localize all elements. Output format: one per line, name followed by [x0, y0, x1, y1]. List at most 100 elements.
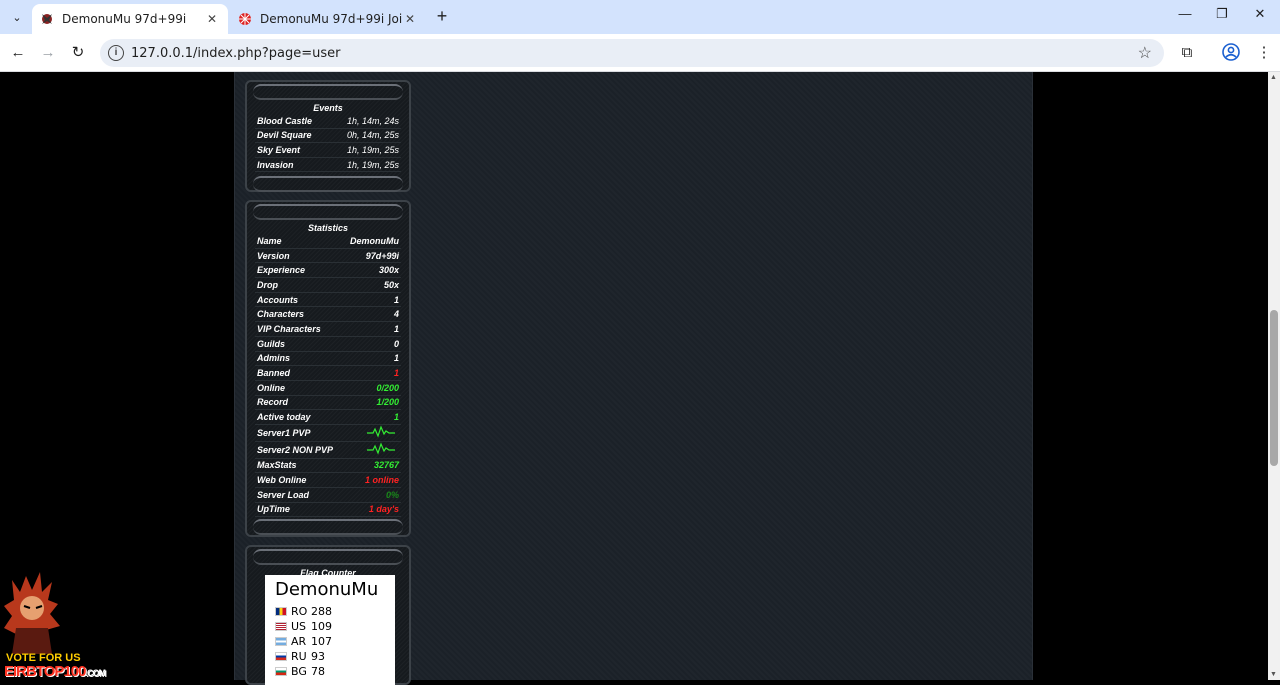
close-icon: ✕: [1254, 6, 1266, 21]
country-code: US: [291, 620, 307, 633]
stat-value: 1: [393, 368, 399, 379]
stat-label: Admins: [257, 353, 291, 364]
stat-row: Version 97d+99i: [255, 249, 401, 264]
server-status: [367, 441, 395, 458]
flag-us-icon: [275, 622, 287, 631]
stat-value: 50x: [383, 279, 399, 290]
flag-ro-icon: [275, 607, 287, 616]
stat-value: 4: [393, 309, 399, 320]
flag-list: RO 288 US 109 AR 107 RU 93 BG 78: [275, 604, 385, 679]
reload-icon: ↻: [71, 44, 85, 61]
flag-counter-widget[interactable]: DemonuMu RO 288 US 109 AR 107 RU 93 BG 78: [265, 575, 395, 685]
kebab-menu-icon: ⋮: [1256, 44, 1272, 61]
scrollbar-thumb[interactable]: [1270, 310, 1278, 466]
forward-button[interactable]: →: [37, 42, 59, 64]
profile-button[interactable]: [1221, 43, 1241, 63]
stat-row: Admins 1: [255, 352, 401, 367]
chevron-down-icon: ⌄: [12, 11, 22, 24]
country-code: RO: [291, 605, 308, 618]
visitor-count: 109: [311, 620, 332, 633]
demon-favicon-icon: [42, 14, 52, 24]
stat-row: Server Load 0%: [255, 488, 401, 503]
flag-row: RO 288: [275, 604, 385, 619]
reload-button[interactable]: ↻: [67, 42, 89, 64]
stat-value: 0/200: [376, 382, 399, 393]
scroll-up-icon[interactable]: ▲: [1270, 74, 1277, 81]
stat-row: Active today 1: [255, 410, 401, 425]
vote-domain-label: .COM: [85, 668, 105, 678]
stat-label: Record: [257, 397, 289, 408]
tab-active[interactable]: DemonuMu 97d+99i ✕: [32, 4, 228, 34]
visitor-count: 93: [311, 650, 325, 663]
statistics-panel: Statistics Name DemonuMu Version 97d+99i Exp…: [245, 200, 411, 537]
vote-badge[interactable]: VOTE FOR US EIRBTOP100.COM: [0, 570, 122, 680]
extensions-button[interactable]: ⧉: [1177, 43, 1197, 63]
ornament-bottom: [253, 176, 403, 193]
stat-label: Guilds: [257, 338, 286, 349]
event-timer: 1h, 14m, 24s: [346, 115, 399, 126]
stat-row: Banned 1: [255, 366, 401, 381]
stat-value: 1 online: [364, 475, 399, 486]
events-panel: Events Blood Castle 1h, 14m, 24s Devil Squ…: [245, 80, 411, 193]
tab-inactive[interactable]: DemonuMu 97d+99i Join! ✕: [230, 4, 426, 34]
stat-row: Accounts 1: [255, 293, 401, 308]
country-code: BG: [291, 665, 307, 678]
stat-label: MaxStats: [257, 460, 297, 471]
ornament-top: [253, 549, 403, 565]
stat-label: Characters: [257, 309, 305, 320]
event-row: Blood Castle 1h, 14m, 24s: [255, 114, 401, 129]
info-icon[interactable]: i: [108, 45, 124, 61]
stat-label: Experience: [257, 265, 306, 276]
plus-icon: +: [436, 6, 448, 26]
stat-label: Banned: [257, 368, 291, 379]
flag-row: AR 107: [275, 634, 385, 649]
page-scrollbar[interactable]: ▲ ▼: [1268, 72, 1280, 680]
restore-icon: ❐: [1216, 6, 1228, 21]
minimize-button[interactable]: —: [1173, 6, 1197, 26]
stat-row: Server1 PVP: [255, 425, 401, 442]
close-icon[interactable]: ✕: [204, 12, 220, 26]
stat-row: Experience 300x: [255, 263, 401, 279]
scroll-down-icon[interactable]: ▼: [1270, 671, 1277, 678]
event-row: Devil Square 0h, 14m, 25s: [255, 129, 401, 144]
flag-counter-panel: Flag Counter DemonuMu RO 288 US 109 AR 107 RU 9…: [245, 545, 411, 685]
stat-row: Guilds 0: [255, 337, 401, 352]
stat-value: 1: [393, 323, 399, 334]
menu-button[interactable]: ⋮: [1254, 43, 1274, 63]
stat-label: Drop: [257, 279, 278, 290]
flag-row: RU 93: [275, 649, 385, 664]
event-name: Devil Square: [257, 130, 312, 141]
flower-favicon-icon: [239, 13, 251, 25]
arrow-left-icon: ←: [10, 44, 26, 61]
tab-search-button[interactable]: ⌄: [6, 6, 28, 28]
stat-row: Server2 NON PVP: [255, 441, 401, 459]
event-row: Invasion 1h, 19m, 25s: [255, 158, 401, 173]
puzzle-icon: ⧉: [1181, 44, 1193, 61]
ornament-bottom: [253, 519, 403, 536]
event-row: Sky Event 1h, 19m, 25s: [255, 143, 401, 158]
tab-title: DemonuMu 97d+99i Join!: [260, 12, 402, 26]
back-button[interactable]: ←: [7, 42, 29, 64]
visitor-count: 78: [311, 665, 325, 678]
close-window-button[interactable]: ✕: [1248, 6, 1272, 26]
vote-site-name: EIRBTOP100.COM: [4, 663, 106, 680]
stat-value: 0%: [385, 489, 399, 500]
stat-row: Online 0/200: [255, 381, 401, 396]
country-code: AR: [291, 635, 307, 648]
flag-counter-site-name: DemonuMu: [275, 579, 379, 600]
star-icon[interactable]: ☆: [1138, 43, 1152, 63]
stat-label: Online: [257, 382, 286, 393]
stat-row: Characters 4: [255, 307, 401, 323]
server-status: [367, 425, 395, 441]
stat-row: Drop 50x: [255, 278, 401, 293]
address-bar[interactable]: i 127.0.0.1/index.php?page=user ☆: [100, 39, 1164, 67]
url-text[interactable]: 127.0.0.1/index.php?page=user: [131, 46, 340, 61]
stat-label: UpTime: [257, 504, 290, 515]
event-timer: 1h, 19m, 25s: [346, 144, 399, 155]
stat-label: Active today: [257, 412, 311, 423]
restore-button[interactable]: ❐: [1210, 6, 1234, 26]
stat-value: 97d+99i: [365, 250, 399, 261]
close-icon[interactable]: ✕: [402, 12, 418, 26]
new-tab-button[interactable]: +: [432, 7, 452, 27]
flag-ru-icon: [275, 652, 287, 661]
